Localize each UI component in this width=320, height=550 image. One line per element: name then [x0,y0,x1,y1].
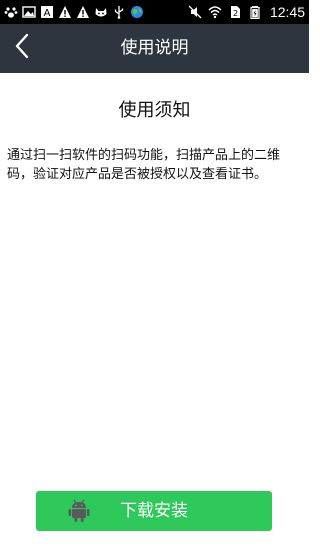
install-button-label: 下载安装 [120,501,188,521]
status-right-icons: 2 12:45 [188,3,305,21]
clock-time: 12:45 [269,4,305,20]
instructions-text: 通过扫一扫软件的扫码功能，扫描产品上的二维码，验证对应产品是否被授权以及查看证书… [7,148,281,182]
paw-icon [4,5,18,19]
svg-text:2: 2 [233,9,238,18]
sim-icon: 2 [228,5,242,19]
download-install-button[interactable]: 下载安装 [36,491,272,531]
svg-text:A: A [44,8,51,19]
no-sound-icon [188,5,202,19]
page-title: 使用说明 [120,38,189,58]
cat-icon [94,5,108,19]
wifi-icon [208,5,222,19]
usb-icon [112,5,126,19]
battery-icon [248,5,262,19]
title-bar: 使用说明 [0,24,309,73]
status-bar: A 2 12:45 [0,0,309,24]
warning-icon [76,5,90,19]
status-left-icons: A [4,3,144,21]
image-icon [22,5,36,19]
section-heading: 使用须知 [118,100,191,121]
a-icon: A [40,5,54,19]
warning-icon [58,5,72,19]
globe-icon [130,5,144,19]
